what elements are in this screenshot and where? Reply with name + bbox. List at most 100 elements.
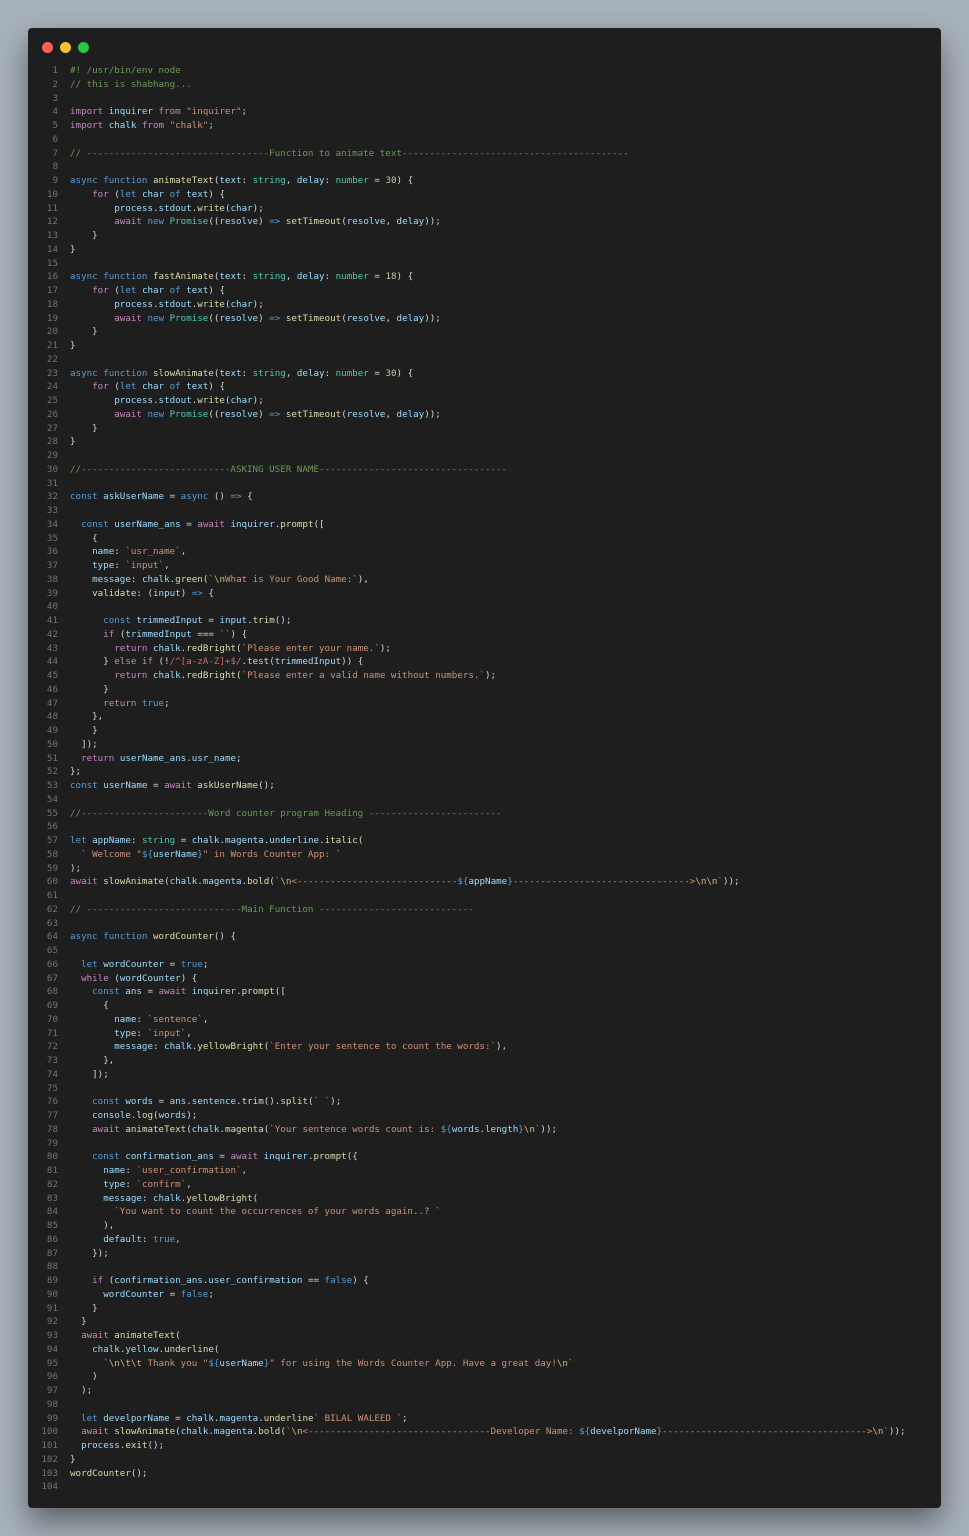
code-token: prompt	[280, 518, 314, 530]
line-number: 96	[46, 1371, 58, 1383]
code-line: 48 },	[28, 710, 941, 724]
code-text: let develporName = chalk.magenta.underli…	[70, 1412, 408, 1426]
code-token: process	[114, 298, 153, 310]
code-line: 35 {	[28, 532, 941, 546]
code-token: "chalk"	[169, 120, 209, 131]
code-text: const ans = await inquirer.prompt([	[70, 985, 286, 999]
code-token: char	[230, 298, 253, 310]
code-line: 83 message: chalk.yellowBright(	[28, 1192, 941, 1206]
code-line: 57 let appName: string = chalk.magenta.un…	[28, 834, 941, 848]
code-token: setTimeout	[285, 408, 342, 420]
code-token: await	[70, 876, 104, 888]
code-text: default: true,	[70, 1233, 181, 1247]
code-line: 100 await slowAnimate(chalk.magenta.bold…	[28, 1425, 941, 1439]
code-line: 19 await new Promise((resolve) => setTim…	[28, 312, 941, 326]
line-number: 43	[46, 642, 58, 654]
line-number: 93	[46, 1330, 58, 1341]
code-token: console	[92, 1110, 131, 1121]
code-token: ([	[274, 986, 286, 998]
code-token: for	[92, 381, 109, 393]
line-number: 29	[46, 450, 58, 461]
code-token: animateText	[125, 1123, 187, 1135]
line-number: 1	[52, 65, 58, 76]
code-token: let	[119, 285, 142, 296]
code-line: 71 type: `input`,	[28, 1027, 941, 1041]
code-text: console.log(words);	[70, 1109, 197, 1123]
code-token: }	[70, 656, 115, 668]
code-token: ,	[180, 546, 187, 558]
line-number: 51	[46, 752, 58, 764]
code-text: wordCounter();	[70, 1467, 147, 1481]
code-token: stdout	[158, 395, 192, 406]
code-token: :	[324, 271, 336, 283]
code-token: -------------------------------->	[512, 876, 696, 888]
code-token: const	[92, 1151, 126, 1163]
line-number: 36	[46, 546, 58, 558]
code-token: import	[70, 120, 109, 131]
line-number: 72	[46, 1041, 58, 1053]
code-line: 85 ),	[28, 1219, 941, 1233]
line-number: 11	[46, 202, 58, 214]
code-token: ,	[385, 408, 397, 420]
code-text: name: `usr_name`,	[70, 545, 186, 559]
code-token: ans	[169, 1096, 187, 1108]
code-token: write	[197, 202, 225, 214]
code-text: {	[70, 532, 98, 546]
code-token: ,	[164, 560, 170, 571]
code-token: Thank you "	[141, 1357, 209, 1369]
code-token: )	[258, 312, 270, 324]
line-number: 33	[46, 505, 58, 516]
code-token: yellowBright	[186, 1192, 253, 1204]
code-line: 14}	[28, 243, 941, 257]
minimize-window-button[interactable]	[60, 42, 71, 53]
code-token: =	[202, 615, 220, 626]
code-token: fastAnimate	[152, 271, 214, 283]
line-number: 58	[46, 848, 58, 860]
code-token: usr_name	[191, 752, 237, 764]
code-line: 64 async function wordCounter() {	[28, 930, 941, 944]
code-text: name: `sentence`,	[70, 1013, 208, 1027]
code-token: :	[125, 1165, 137, 1176]
code-line: 40	[28, 600, 941, 614]
code-token: const	[70, 491, 104, 503]
code-token: =>	[269, 216, 281, 228]
code-token: /^[a-zA-Z]+$/	[169, 656, 242, 668]
line-number: 42	[46, 628, 58, 640]
line-number: 35	[46, 532, 58, 544]
code-token: split	[280, 1096, 309, 1108]
code-token: `usr_name`	[125, 546, 181, 558]
code-text: type: `confirm`,	[70, 1178, 192, 1192]
code-token: );	[252, 395, 264, 406]
code-token: redBright	[186, 642, 237, 654]
code-token: 18	[385, 271, 397, 283]
code-token: underline	[269, 835, 320, 846]
code-token: }	[70, 243, 76, 255]
code-text: // this is shabhang...	[70, 78, 192, 92]
line-number: 26	[46, 408, 58, 420]
line-number: 64	[46, 931, 58, 943]
code-text: for (let char of text) {	[70, 188, 225, 202]
code-token: stdout	[158, 298, 192, 310]
code-token: chalk	[153, 642, 181, 654]
code-line: 34 const userName_ans = await inquirer.p…	[28, 518, 941, 532]
code-token: ;	[402, 1412, 408, 1424]
code-token: bold	[247, 876, 270, 888]
code-token: 30	[385, 175, 397, 186]
line-number: 59	[46, 862, 58, 874]
maximize-window-button[interactable]	[78, 42, 89, 53]
line-number: 70	[46, 1013, 58, 1025]
close-window-button[interactable]	[42, 42, 53, 53]
code-token: trimmedInput	[274, 656, 342, 668]
code-text: }	[70, 683, 109, 697]
code-line: 53 const userName = await askUserName();	[28, 779, 941, 793]
code-token: return	[103, 697, 142, 709]
code-text: //-----------------------Word counter pr…	[70, 807, 501, 821]
code-token: true	[180, 958, 203, 970]
